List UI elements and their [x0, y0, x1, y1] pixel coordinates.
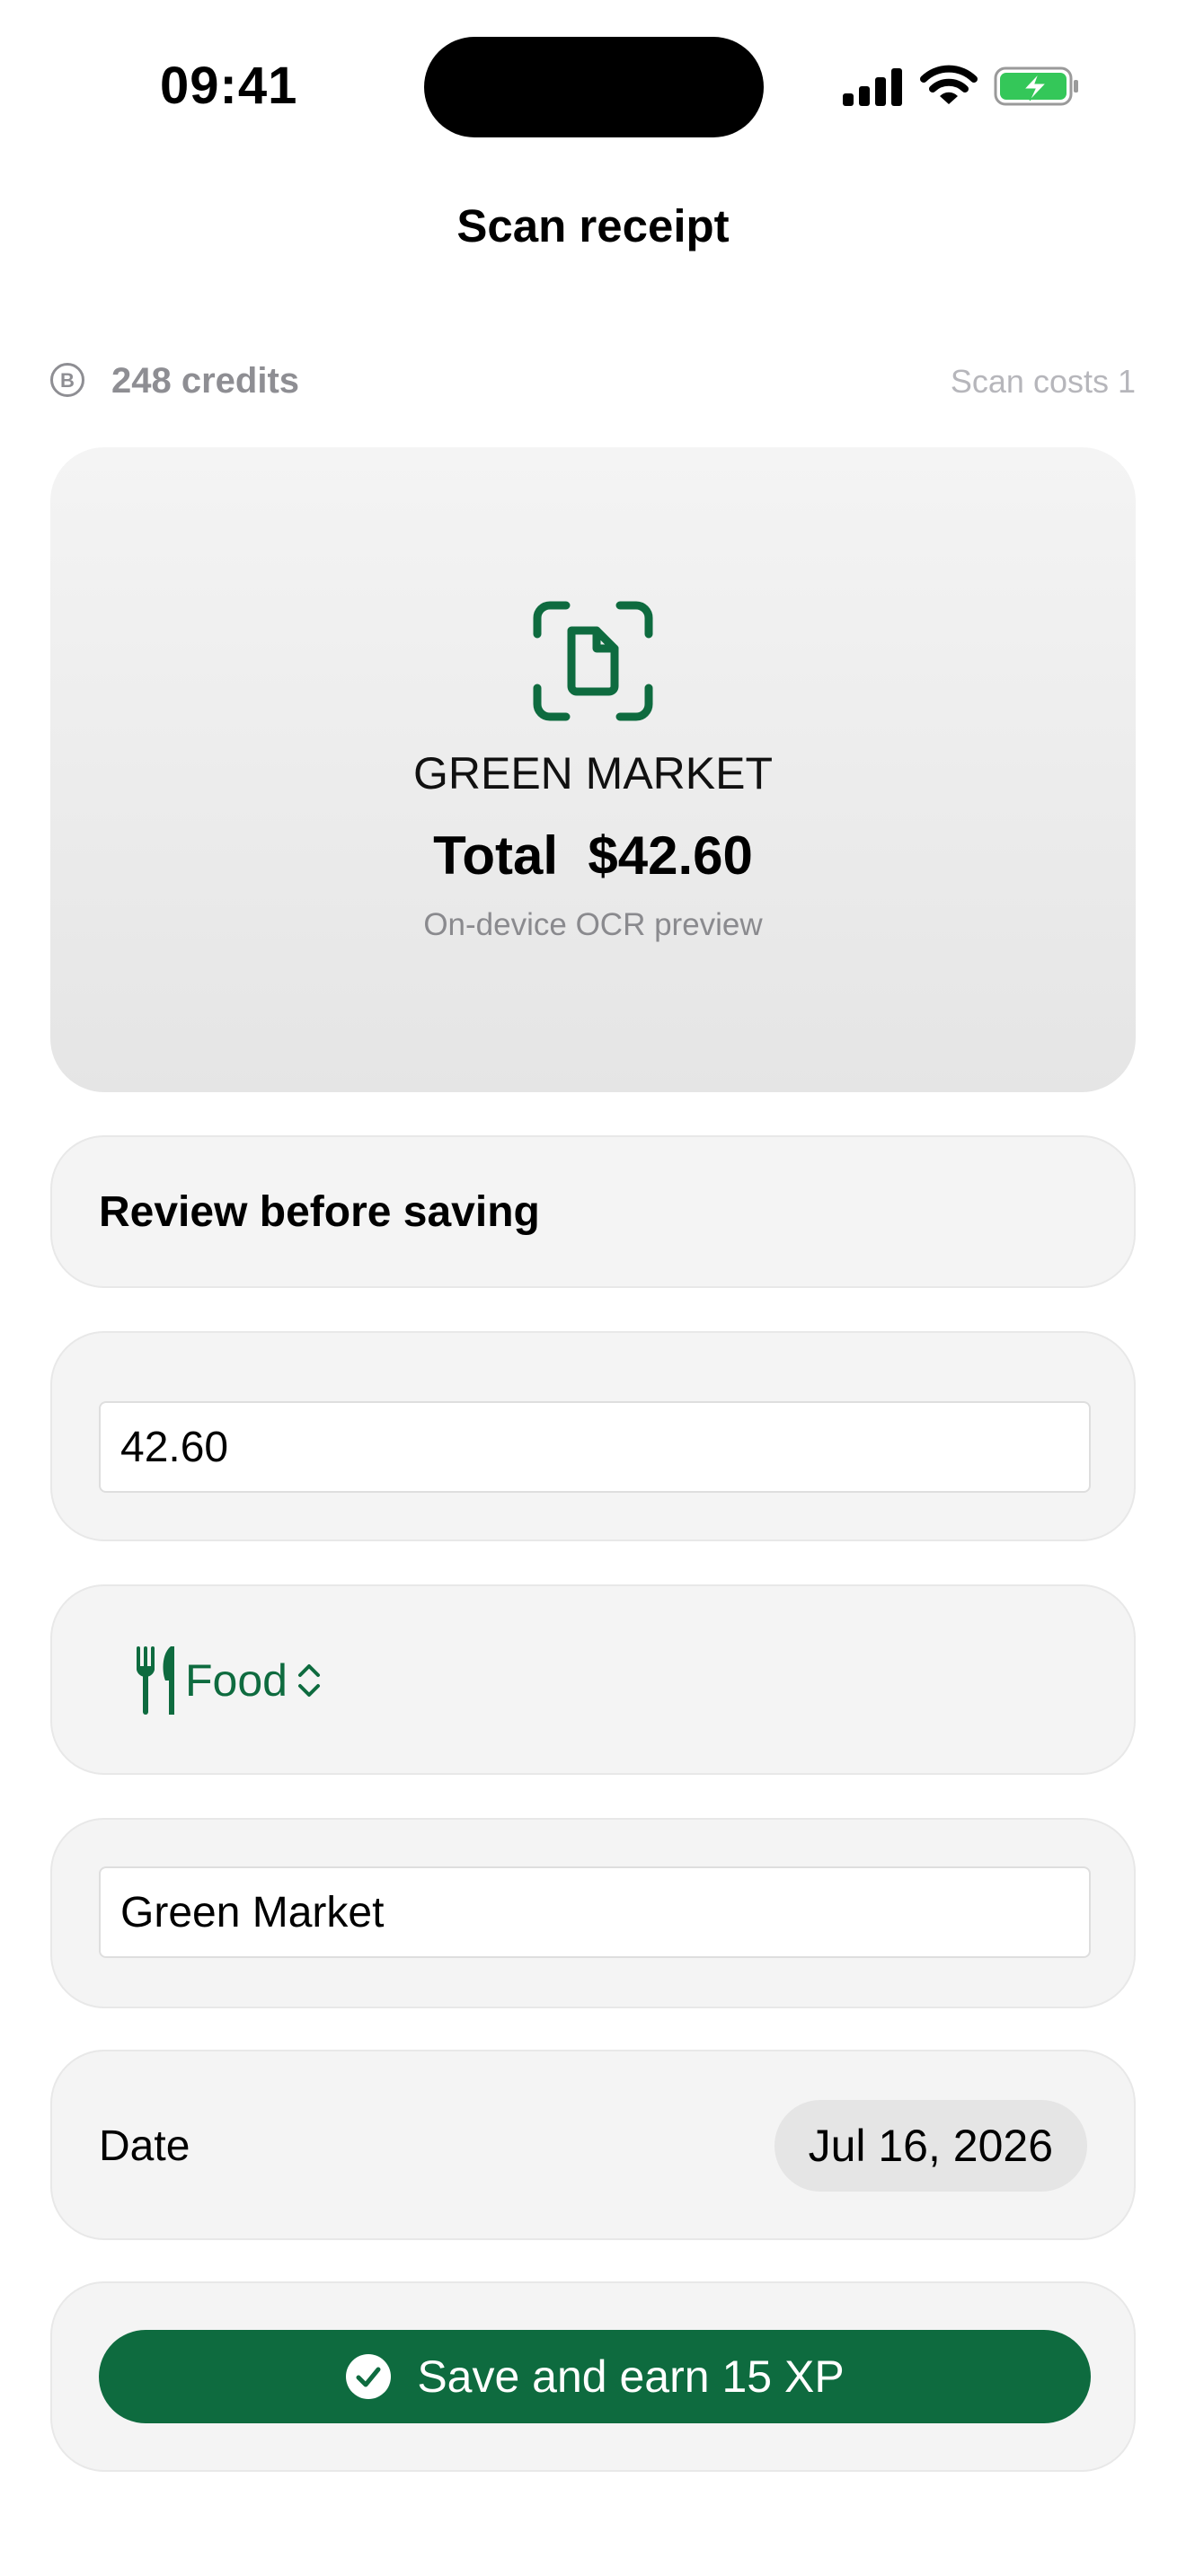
- date-card: Date Jul 16, 2026: [50, 2050, 1136, 2240]
- battery-charging-icon: [994, 66, 1078, 106]
- scan-cost-label: Scan costs 1: [950, 363, 1136, 400]
- review-title: Review before saving: [99, 1188, 540, 1236]
- category-picker[interactable]: Food: [135, 1640, 325, 1721]
- wifi-icon: [920, 65, 978, 104]
- date-label: Date: [99, 2122, 190, 2170]
- category-label: Food: [185, 1655, 288, 1706]
- review-card: Review before saving: [50, 1135, 1136, 1288]
- document-scan-icon: [533, 601, 653, 721]
- cellular-signal-icon: [843, 66, 904, 106]
- page-title: Scan receipt: [456, 200, 730, 251]
- status-time: 09:41: [160, 57, 298, 115]
- save-card: Save and earn 15 XP: [50, 2281, 1136, 2472]
- receipt-merchant: GREEN MARKET: [412, 748, 774, 798]
- merchant-input[interactable]: [99, 1866, 1091, 1958]
- save-button-label: Save and earn 15 XP: [417, 2351, 845, 2402]
- ocr-caption: On-device OCR preview: [423, 907, 763, 942]
- receipt-total: Total $42.60: [433, 825, 753, 886]
- dynamic-island: [424, 37, 764, 137]
- checkmark-circle-icon: [346, 2354, 392, 2399]
- fork-knife-icon: [137, 1646, 174, 1715]
- merchant-card: [50, 1818, 1136, 2008]
- date-picker-button[interactable]: Jul 16, 2026: [774, 2100, 1087, 2192]
- amount-input[interactable]: [99, 1401, 1091, 1493]
- credits-row: B 248 credits Scan costs 1: [50, 359, 1136, 404]
- save-button[interactable]: Save and earn 15 XP: [99, 2330, 1091, 2423]
- category-card: Food: [50, 1584, 1136, 1775]
- coin-icon: B: [50, 363, 84, 397]
- chevron-up-down-icon: [297, 1664, 320, 1697]
- receipt-preview-card: GREEN MARKET Total $42.60 On-device OCR …: [50, 447, 1136, 1092]
- credits-balance: 248 credits: [111, 361, 300, 401]
- amount-card: [50, 1331, 1136, 1541]
